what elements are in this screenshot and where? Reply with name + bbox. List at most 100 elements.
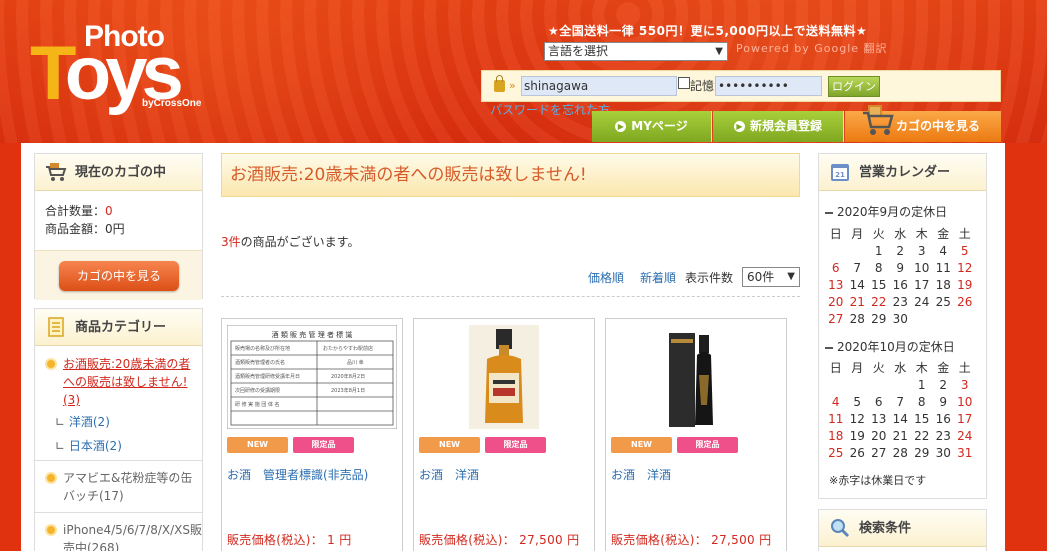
calendar-day: 28 xyxy=(892,445,908,460)
calendar-day: 23 xyxy=(892,294,908,309)
category-link[interactable]: お酒販売:20歳未満の者への販売は致しません!(3) xyxy=(63,355,198,409)
calendar-day: 31 xyxy=(957,445,973,460)
product-count: 3件の商品がございます。 xyxy=(221,235,360,249)
language-select[interactable]: 言語を選択 ▼ xyxy=(544,42,728,61)
login-id-input[interactable]: shinagawa xyxy=(521,76,677,96)
category-item[interactable]: iPhone4/5/6/7/8/X/XS販売中(268) xyxy=(35,521,202,551)
calendar-box-title: 営業カレンダー xyxy=(859,165,951,180)
calendar-day: 14 xyxy=(892,411,908,426)
calendar-day: 25 xyxy=(828,445,844,460)
calendar-day xyxy=(825,242,847,259)
calendar-day: 13 xyxy=(828,277,844,292)
nav-register[interactable]: ▶ 新規会員登録 xyxy=(713,111,844,142)
product-card[interactable]: NEW 限定品 お酒 洋酒 販売価格(税込)： 27,500 円 xyxy=(413,318,595,551)
new-badge: NEW xyxy=(227,437,288,453)
svg-text:酒類販売管理者の氏名: 酒類販売管理者の氏名 xyxy=(235,359,285,366)
nav-mypage[interactable]: ▶ MYページ xyxy=(592,111,712,142)
product-name-link[interactable]: お酒 管理者標識(非売品) xyxy=(227,466,368,483)
sort-by-newest-link[interactable]: 新着順 xyxy=(640,269,676,286)
cart-total-qty: 合計数量：0 xyxy=(45,204,113,218)
divider xyxy=(35,512,202,513)
subcategory-item[interactable]: ∟ 洋酒(2) xyxy=(55,413,110,430)
dash-icon xyxy=(825,212,833,214)
calendar-day: 7 xyxy=(896,394,905,409)
calendar-day: 15 xyxy=(914,411,930,426)
category-notice-heading: お酒販売:20歳未満の者への販売は致しません! xyxy=(221,153,800,197)
weekday-header: 水 xyxy=(894,361,907,375)
limited-badge: 限定品 xyxy=(293,437,354,453)
svg-text:2020年8月2日: 2020年8月2日 xyxy=(331,373,365,380)
password-input[interactable]: •••••••••• xyxy=(715,76,822,96)
category-link[interactable]: アマビエ&花粉症等の缶バッチ(17) xyxy=(63,469,198,505)
product-name-link[interactable]: お酒 洋酒 xyxy=(611,466,671,483)
cart-button-area: カゴの中を見る xyxy=(35,250,202,300)
remember-label: 記憶 xyxy=(690,79,715,93)
calendar-day: 22 xyxy=(914,428,930,443)
shopping-cart-icon xyxy=(46,163,67,181)
product-image-liquor-box[interactable] xyxy=(611,325,781,429)
weekday-header: 火 xyxy=(872,227,885,241)
calendar-day: 28 xyxy=(849,311,865,326)
bullet-icon xyxy=(45,358,57,370)
calendar-day: 16 xyxy=(935,411,951,426)
category-item[interactable]: アマビエ&花粉症等の缶バッチ(17) xyxy=(35,469,202,509)
login-button[interactable]: ログイン xyxy=(828,76,880,97)
sort-by-price-link[interactable]: 価格順 xyxy=(588,269,624,286)
calendar-day: 4 xyxy=(831,394,840,409)
product-name-link[interactable]: お酒 洋酒 xyxy=(419,466,479,483)
weekday-header: 木 xyxy=(915,361,928,375)
calendar-day: 26 xyxy=(849,445,865,460)
new-badge: NEW xyxy=(419,437,480,453)
product-card[interactable]: 酒 類 販 売 管 理 者 標 識 販売場の名称及び所在地 酒類販売管理者の氏名 … xyxy=(221,318,403,551)
calendar-day: 11 xyxy=(935,260,951,275)
product-card[interactable]: NEW 限定品 お酒 洋酒 販売価格(税込)： 27,500 円 xyxy=(605,318,787,551)
remember-checkbox[interactable] xyxy=(678,77,690,89)
view-cart-button[interactable]: カゴの中を見る xyxy=(59,261,179,291)
calendar-day: 2 xyxy=(939,377,948,392)
calendar-day: 10 xyxy=(957,394,973,409)
calendar-day: 5 xyxy=(960,243,969,258)
calendar-day xyxy=(890,376,912,393)
cart-total-price: 商品金額：0円 xyxy=(45,222,125,236)
category-box: 商品カテゴリー お酒販売:20歳未満の者への販売は致しません!(3) ∟ 洋酒(… xyxy=(34,308,203,551)
search-box-header: 検索条件 xyxy=(819,510,986,547)
category-item[interactable]: お酒販売:20歳未満の者への販売は致しません!(3) xyxy=(35,355,202,411)
calendar-day: 8 xyxy=(874,260,883,275)
october-calendar-title: 2020年10月の定休日 xyxy=(837,340,955,354)
weekday-header: 土 xyxy=(958,361,971,375)
product-image-license-sign[interactable]: 酒 類 販 売 管 理 者 標 識 販売場の名称及び所在地酒類販売管理者の氏名 … xyxy=(227,325,397,429)
search-box-title: 検索条件 xyxy=(859,521,912,536)
category-link[interactable]: iPhone4/5/6/7/8/X/XS販売中(268) xyxy=(63,521,203,551)
divider xyxy=(35,460,202,461)
calendar-day: 17 xyxy=(957,411,973,426)
september-calendar-title: 2020年9月の定休日 xyxy=(837,205,948,219)
calendar-day: 25 xyxy=(935,294,951,309)
weekday-header: 月 xyxy=(851,361,864,375)
weekday-header: 金 xyxy=(937,361,950,375)
product-image-whisky-bottle[interactable] xyxy=(419,325,589,429)
calendar-note: ※赤字は休業日です xyxy=(829,474,927,487)
per-page-select[interactable]: 60件 ▼ xyxy=(742,267,800,287)
svg-text:おたからやすわ駅前店: おたからやすわ駅前店 xyxy=(323,345,373,352)
bullet-icon xyxy=(45,524,57,536)
photo-toys-logo[interactable]: Photo Toys byCrossOne xyxy=(30,20,220,115)
cart-box-title: 現在のカゴの中 xyxy=(75,165,167,180)
powered-by-google[interactable]: Powered by Google 翻訳 xyxy=(736,40,888,56)
calendar-day: 4 xyxy=(939,243,948,258)
calendar-day: 14 xyxy=(849,277,865,292)
calendar-day: 30 xyxy=(935,445,951,460)
limited-badge: 限定品 xyxy=(677,437,738,453)
product-price: 販売価格(税込)： 27,500 円 xyxy=(611,533,772,547)
calendar-day: 5 xyxy=(853,394,862,409)
october-calendar-table: 日月火水木金土 1 2 3 4 5 6 7 8 9 10 11 12 13 14 15 16 17 18 19 20 21… xyxy=(825,359,976,461)
weekday-header: 木 xyxy=(915,227,928,241)
calendar-day: 6 xyxy=(831,260,840,275)
logo-by-text: byCrossOne xyxy=(142,98,202,109)
calendar-day xyxy=(847,242,869,259)
subcategory-item[interactable]: ∟ 日本酒(2) xyxy=(55,437,122,454)
calendar-day: 22 xyxy=(871,294,887,309)
calendar-day: 18 xyxy=(828,428,844,443)
calendar-day: 3 xyxy=(960,377,969,392)
svg-text:2023年8月1日: 2023年8月1日 xyxy=(331,387,365,394)
calendar-day: 2 xyxy=(896,243,905,258)
